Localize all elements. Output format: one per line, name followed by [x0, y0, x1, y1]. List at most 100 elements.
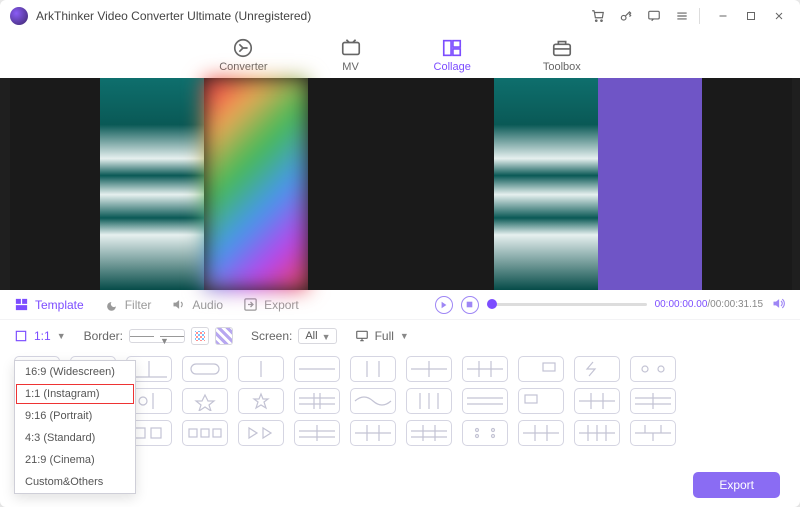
close-button[interactable]: [768, 5, 790, 27]
ratio-icon: [14, 329, 28, 343]
app-title: ArkThinker Video Converter Ultimate (Unr…: [36, 9, 311, 23]
collage-slot-3-selected[interactable]: [204, 78, 308, 290]
audio-icon: [171, 297, 186, 312]
border-control: Border: ▼: [84, 327, 233, 345]
collage-icon: [441, 37, 463, 59]
screen-value: All: [305, 330, 317, 342]
template-tile[interactable]: [238, 388, 284, 414]
section-export[interactable]: Export: [243, 297, 299, 312]
template-tile[interactable]: [518, 388, 564, 414]
collage-slot-4[interactable]: [308, 78, 494, 290]
tab-toolbox[interactable]: Toolbox: [543, 37, 581, 73]
template-tile[interactable]: [630, 356, 676, 382]
time-display: 00:00:00.00/00:00:31.15: [655, 299, 763, 310]
current-time: 00:00:00.00: [655, 299, 708, 310]
border-style-select[interactable]: ▼: [129, 329, 185, 343]
maximize-button[interactable]: [740, 5, 762, 27]
export-button[interactable]: Export: [693, 472, 780, 498]
template-tile[interactable]: [182, 420, 228, 446]
template-tile[interactable]: [630, 388, 676, 414]
ratio-option[interactable]: 16:9 (Widescreen): [15, 361, 135, 383]
screen-label: Screen:: [251, 329, 292, 343]
tab-mv[interactable]: MV: [340, 37, 362, 73]
template-tile[interactable]: [238, 420, 284, 446]
ratio-option[interactable]: 9:16 (Portrait): [15, 405, 135, 427]
section-filter[interactable]: Filter: [104, 297, 152, 312]
ratio-option[interactable]: Custom&Others: [15, 471, 135, 493]
converter-icon: [232, 37, 254, 59]
collage-slot-2[interactable]: [100, 78, 204, 290]
template-tile[interactable]: [518, 420, 564, 446]
template-tile[interactable]: [574, 356, 620, 382]
collage-slot-6[interactable]: [598, 78, 702, 290]
menu-icon[interactable]: [671, 5, 693, 27]
mv-icon: [340, 37, 362, 59]
aspect-ratio-select[interactable]: 1:1▼: [14, 329, 66, 343]
section-template[interactable]: Template: [14, 297, 84, 312]
tab-label: Collage: [434, 61, 471, 73]
template-tile[interactable]: [350, 420, 396, 446]
collage-preview: [0, 78, 800, 290]
template-tile[interactable]: [238, 356, 284, 382]
template-tile[interactable]: [462, 388, 508, 414]
tab-label: Toolbox: [543, 61, 581, 73]
section-label: Filter: [125, 298, 152, 312]
volume-icon[interactable]: [771, 296, 786, 314]
template-tile[interactable]: [406, 388, 452, 414]
playback-controls: 00:00:00.00/00:00:31.15: [435, 296, 786, 314]
play-button[interactable]: [435, 296, 453, 314]
view-value: Full: [375, 329, 394, 343]
border-pattern-button[interactable]: [215, 327, 233, 345]
slider-thumb[interactable]: [487, 299, 497, 309]
template-tile[interactable]: [182, 356, 228, 382]
ratio-option[interactable]: 21:9 (Cinema): [15, 449, 135, 471]
filter-icon: [104, 297, 119, 312]
template-toolbar: 1:1▼ Border: ▼ Screen: All▼ Full▼: [0, 320, 800, 352]
border-color-picker[interactable]: [191, 327, 209, 345]
ratio-value: 1:1: [34, 329, 51, 343]
collage-slot-5[interactable]: [494, 78, 598, 290]
screen-filter: Screen: All▼: [251, 328, 337, 344]
template-tile[interactable]: [294, 420, 340, 446]
tab-label: Converter: [219, 61, 267, 73]
tab-converter[interactable]: Converter: [219, 37, 267, 73]
toolbox-icon: [551, 37, 573, 59]
template-tile[interactable]: [294, 388, 340, 414]
section-audio[interactable]: Audio: [171, 297, 223, 312]
template-tile[interactable]: [630, 420, 676, 446]
ratio-option-highlighted[interactable]: 1:1 (Instagram): [15, 383, 135, 405]
template-tile[interactable]: [406, 356, 452, 382]
template-tile[interactable]: [574, 420, 620, 446]
collage-slot-1[interactable]: [10, 78, 100, 290]
template-tile[interactable]: [350, 388, 396, 414]
section-label: Export: [264, 298, 299, 312]
tab-label: MV: [342, 61, 359, 73]
view-mode[interactable]: Full▼: [355, 329, 409, 343]
tab-collage[interactable]: Collage: [434, 37, 471, 73]
template-icon: [14, 297, 29, 312]
template-tile[interactable]: [462, 356, 508, 382]
minimize-button[interactable]: [712, 5, 734, 27]
screen-select[interactable]: All▼: [298, 328, 336, 344]
template-tile[interactable]: [182, 388, 228, 414]
template-tile[interactable]: [574, 388, 620, 414]
border-label: Border:: [84, 329, 123, 343]
template-tile[interactable]: [462, 420, 508, 446]
feedback-icon[interactable]: [643, 5, 665, 27]
ratio-option[interactable]: 4:3 (Standard): [15, 427, 135, 449]
template-tile[interactable]: [350, 356, 396, 382]
title-bar: ArkThinker Video Converter Ultimate (Unr…: [0, 0, 800, 32]
template-tile[interactable]: [406, 420, 452, 446]
main-tabs: Converter MV Collage Toolbox: [0, 32, 800, 78]
aspect-ratio-dropdown: 16:9 (Widescreen) 1:1 (Instagram) 9:16 (…: [14, 360, 136, 494]
collage-slot-7[interactable]: [702, 78, 792, 290]
stop-button[interactable]: [461, 296, 479, 314]
key-icon[interactable]: [615, 5, 637, 27]
time-slider[interactable]: [487, 303, 647, 306]
template-tile[interactable]: [518, 356, 564, 382]
app-window: ArkThinker Video Converter Ultimate (Unr…: [0, 0, 800, 507]
section-label: Audio: [192, 298, 223, 312]
cart-icon[interactable]: [587, 5, 609, 27]
section-label: Template: [35, 298, 84, 312]
template-tile[interactable]: [294, 356, 340, 382]
